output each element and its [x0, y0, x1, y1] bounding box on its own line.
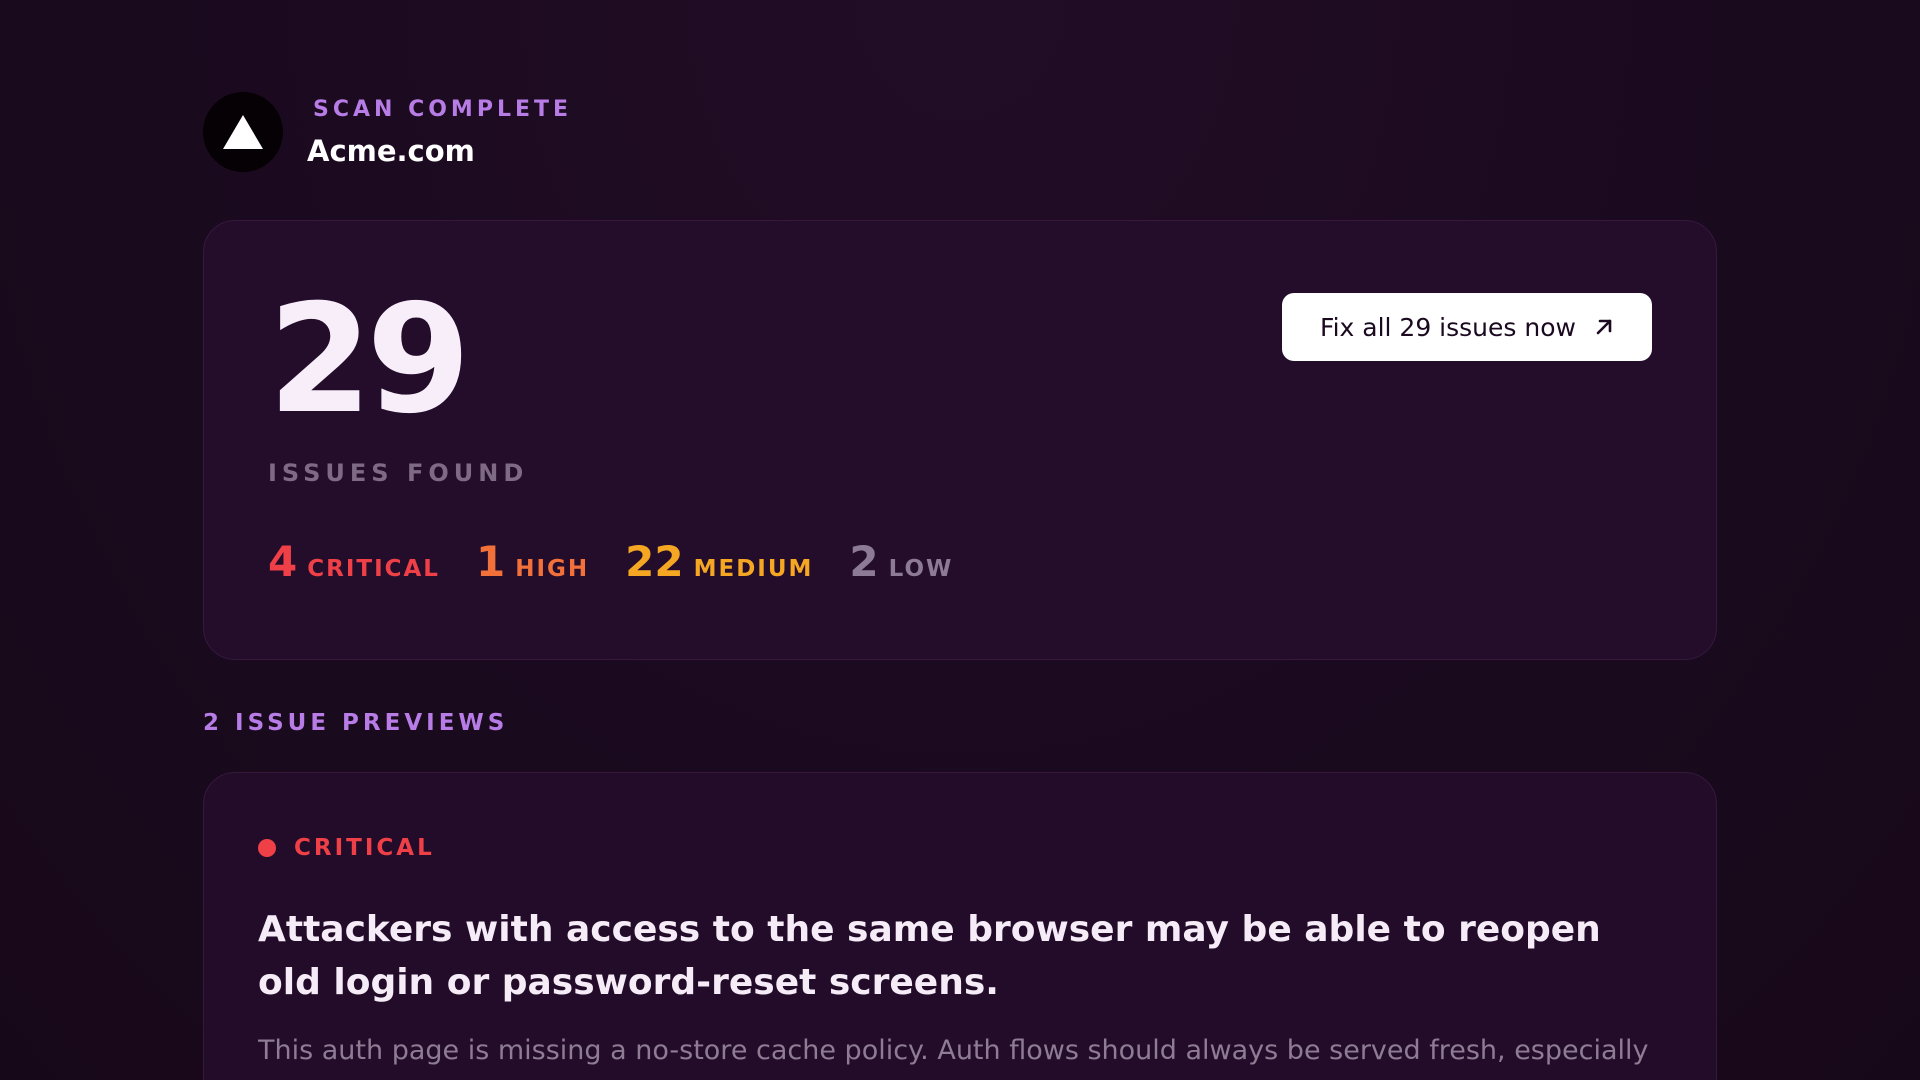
issue-preview-card[interactable]: CRITICAL Attackers with access to the sa… — [203, 772, 1717, 1080]
scan-results-page: SCAN COMPLETE Acme.com 29 ISSUES FOUND 4… — [0, 0, 1920, 1080]
issues-found-label: ISSUES FOUND — [268, 459, 529, 487]
fix-all-issues-button[interactable]: Fix all 29 issues now — [1282, 293, 1652, 361]
issue-description: This auth page is missing a no-store cac… — [258, 1035, 1649, 1066]
issue-severity-label: CRITICAL — [294, 835, 435, 861]
triangle-icon — [223, 115, 263, 149]
site-name: Acme.com — [307, 133, 475, 168]
total-issue-count: 29 — [268, 273, 471, 447]
issue-title: Attackers with access to the same browse… — [258, 909, 1601, 1003]
issue-previews-heading: 2 ISSUE PREVIEWS — [203, 710, 509, 736]
triangle-logo-icon — [203, 92, 283, 172]
severity-medium: 22 MEDIUM — [625, 541, 813, 583]
severity-critical: 4 CRITICAL — [268, 541, 440, 583]
critical-label: CRITICAL — [307, 556, 440, 582]
severity-low: 2 LOW — [849, 541, 953, 583]
high-count: 1 — [475, 537, 506, 586]
medium-label: MEDIUM — [693, 556, 814, 582]
severity-dot-icon — [258, 839, 276, 857]
severity-high: 1 HIGH — [476, 541, 589, 583]
scan-status-label: SCAN COMPLETE — [313, 96, 573, 122]
issue-severity-badge: CRITICAL — [258, 835, 435, 861]
header-text: SCAN COMPLETE Acme.com — [307, 97, 572, 168]
medium-count: 22 — [625, 537, 684, 586]
summary-card: 29 ISSUES FOUND 4 CRITICAL 1 HIGH 22 MED… — [203, 220, 1717, 660]
high-label: HIGH — [515, 556, 590, 582]
low-count: 2 — [849, 537, 879, 586]
low-label: LOW — [888, 556, 954, 582]
critical-count: 4 — [268, 537, 298, 586]
arrow-up-right-icon — [1594, 317, 1614, 337]
severity-breakdown: 4 CRITICAL 1 HIGH 22 MEDIUM 2 LOW — [268, 541, 989, 583]
scan-header: SCAN COMPLETE Acme.com — [203, 90, 572, 174]
fix-all-issues-label: Fix all 29 issues now — [1320, 312, 1576, 342]
